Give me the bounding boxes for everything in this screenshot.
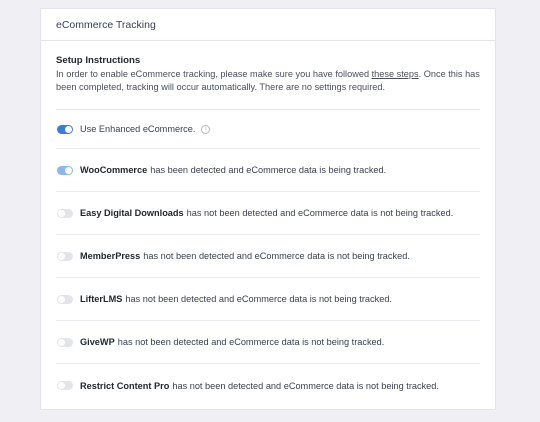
- integration-status: has been detected and eCommerce data is …: [150, 165, 387, 175]
- info-icon[interactable]: i: [201, 124, 211, 134]
- integration-status: has not been detected and eCommerce data…: [186, 208, 454, 218]
- integration-row-easy-digital-downloads: Easy Digital Downloads has not been detec…: [56, 192, 480, 235]
- integration-row-restrict-content-pro: Restrict Content Pro has not been detecte…: [56, 364, 480, 407]
- easy-digital-downloads-toggle[interactable]: [57, 208, 73, 218]
- enhanced-ecommerce-toggle[interactable]: [57, 124, 73, 134]
- integration-name: GiveWP: [80, 337, 115, 347]
- integration-list: WooCommerce has been detected and eCommer…: [56, 149, 480, 407]
- integration-status: has not been detected and eCommerce data…: [172, 380, 439, 391]
- givewp-toggle[interactable]: [57, 337, 73, 347]
- woocommerce-toggle[interactable]: [57, 165, 73, 175]
- toggle-knob: [58, 338, 65, 346]
- ecommerce-tracking-card: eCommerce Tracking Setup Instructions In…: [40, 8, 496, 410]
- integration-name: Easy Digital Downloads: [80, 208, 184, 218]
- toggle-knob: [65, 125, 72, 133]
- enhanced-ecommerce-row: Use Enhanced eCommerce. i: [56, 110, 480, 149]
- lifterlms-toggle[interactable]: [57, 294, 73, 304]
- setup-text-before: In order to enable eCommerce tracking, p…: [56, 69, 372, 79]
- toggle-knob: [65, 166, 72, 174]
- integration-status: has not been detected and eCommerce data…: [117, 337, 385, 347]
- these-steps-link[interactable]: these steps: [372, 69, 419, 79]
- toggle-knob: [58, 382, 65, 389]
- toggle-knob: [58, 252, 65, 260]
- memberpress-toggle[interactable]: [57, 251, 73, 261]
- restrict-content-pro-toggle[interactable]: [57, 381, 73, 390]
- integration-name: MemberPress: [80, 251, 141, 261]
- setup-instructions-title: Setup Instructions: [56, 55, 141, 66]
- integration-status: has not been detected and eCommerce data…: [143, 251, 410, 261]
- toggle-knob: [58, 295, 65, 303]
- integration-row-woocommerce: WooCommerce has been detected and eCommer…: [56, 149, 480, 192]
- toggle-knob: [58, 209, 65, 217]
- integration-name: LifterLMS: [80, 294, 123, 304]
- integration-name: WooCommerce: [80, 165, 148, 175]
- card-title: eCommerce Tracking: [41, 9, 495, 41]
- setup-instructions-text: In order to enable eCommerce tracking, p…: [56, 68, 481, 94]
- integration-status: has not been detected and eCommerce data…: [125, 294, 392, 304]
- integration-row-memberpress: MemberPress has not been detected and eCo…: [56, 235, 480, 278]
- enhanced-ecommerce-label: Use Enhanced eCommerce.: [80, 124, 196, 134]
- card-body: Setup Instructions In order to enable eC…: [41, 41, 495, 407]
- integration-row-lifterlms: LifterLMS has not been detected and eComm…: [56, 278, 480, 321]
- integration-row-givewp: GiveWP has not been detected and eCommerc…: [56, 321, 480, 364]
- integration-name: Restrict Content Pro: [80, 380, 170, 391]
